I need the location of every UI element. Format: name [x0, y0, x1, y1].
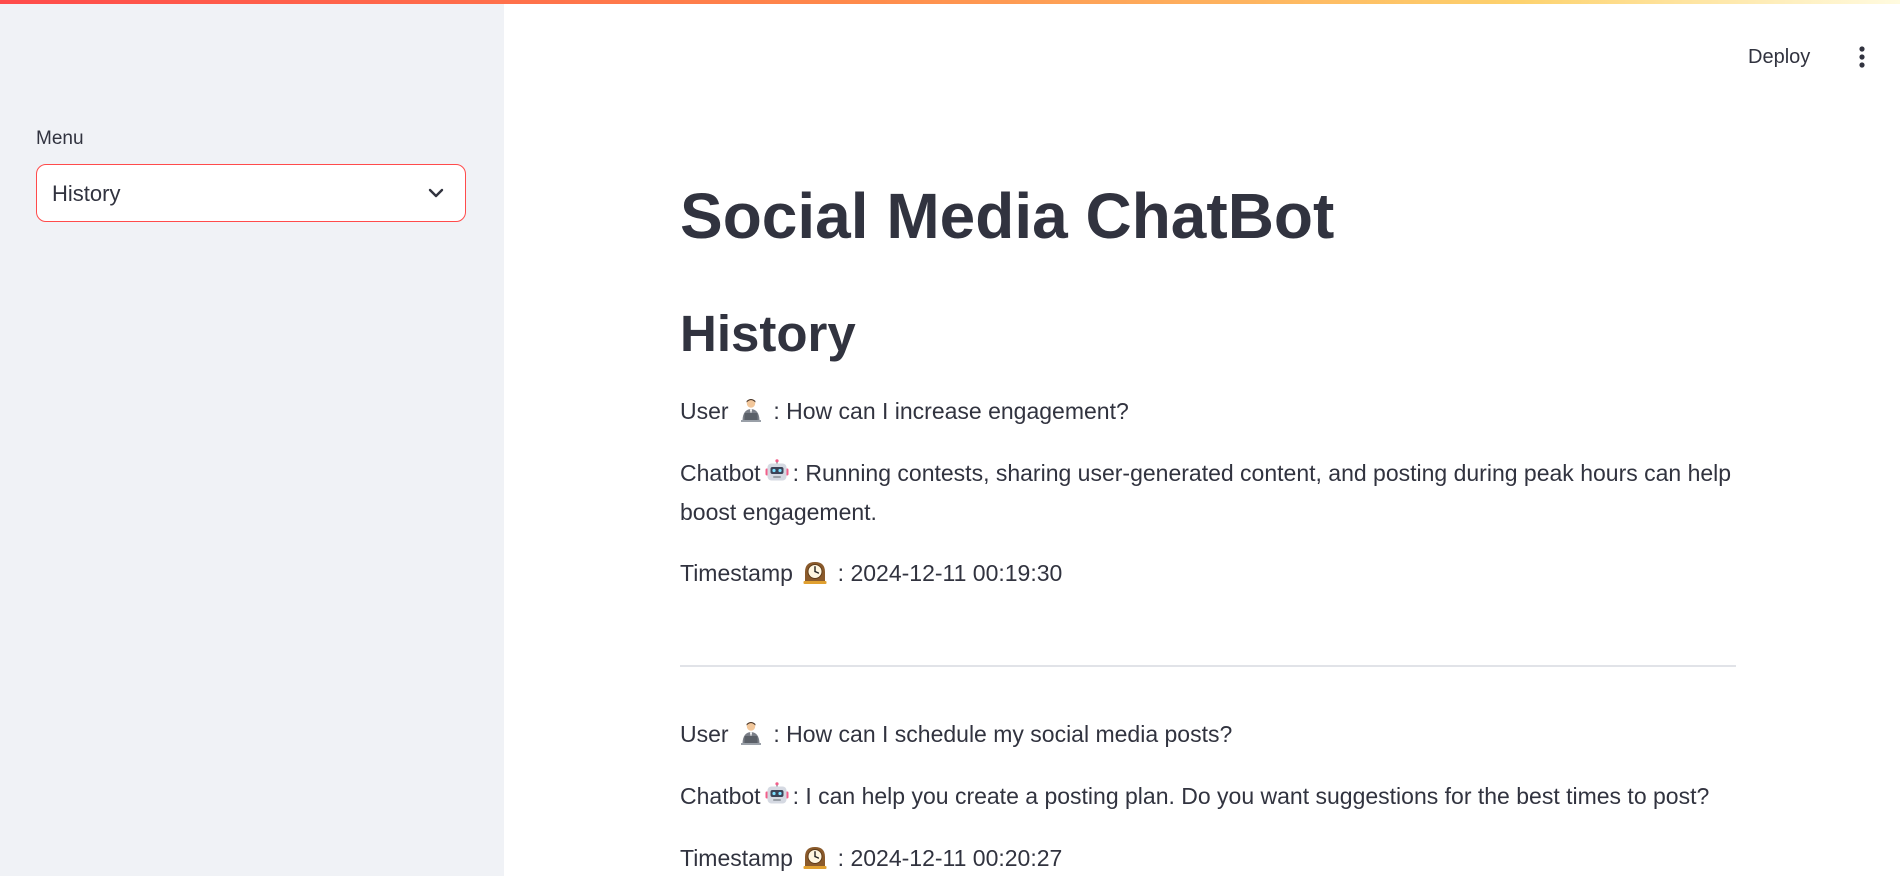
main-content: Social Media ChatBot History User : How …	[680, 0, 1736, 876]
office-worker-icon	[740, 399, 761, 422]
user-text: : How can I increase engagement?	[773, 398, 1129, 424]
app-window: Menu History Deploy Social Media ChatBot…	[0, 0, 1900, 876]
history-timestamp: Timestamp : 2024-12-11 00:20:27	[680, 839, 1736, 876]
page-title: Social Media ChatBot	[680, 180, 1335, 252]
top-decoration-bar	[0, 0, 1900, 4]
mantelpiece-clock-icon	[803, 562, 827, 584]
timestamp-label: Timestamp	[680, 845, 793, 871]
robot-icon	[765, 459, 789, 481]
bot-label: Chatbot	[680, 783, 761, 809]
menu-select[interactable]: History	[36, 164, 466, 222]
history-timestamp: Timestamp : 2024-12-11 00:19:30	[680, 554, 1736, 593]
user-label: User	[680, 398, 729, 424]
timestamp-text: : 2024-12-11 00:19:30	[837, 560, 1063, 586]
menu-label: Menu	[36, 128, 84, 149]
section-title: History	[680, 305, 856, 362]
sidebar: Menu History	[0, 0, 504, 876]
chevron-down-icon	[428, 188, 444, 198]
bot-label: Chatbot	[680, 460, 761, 486]
bot-text: : I can help you create a posting plan. …	[792, 783, 1710, 809]
timestamp-text: : 2024-12-11 00:20:27	[837, 845, 1063, 871]
deploy-button[interactable]: Deploy	[1748, 44, 1810, 70]
history-bot-message: Chatbot : Running contests, sharing user…	[680, 454, 1736, 532]
user-label: User	[680, 721, 729, 747]
history-bot-message: Chatbot : I can help you create a postin…	[680, 777, 1736, 816]
history-user-message: User : How can I increase engagement?	[680, 392, 1736, 431]
bot-text: : Running contests, sharing user-generat…	[680, 460, 1732, 525]
history-user-message: User : How can I schedule my social medi…	[680, 715, 1736, 754]
mantelpiece-clock-icon	[803, 847, 827, 869]
robot-icon	[765, 782, 789, 804]
menu-select-value: History	[52, 181, 121, 206]
more-menu-icon[interactable]	[1852, 44, 1872, 70]
user-text: : How can I schedule my social media pos…	[773, 721, 1233, 747]
office-worker-icon	[740, 722, 761, 745]
timestamp-label: Timestamp	[680, 560, 793, 586]
history-divider	[680, 665, 1736, 667]
